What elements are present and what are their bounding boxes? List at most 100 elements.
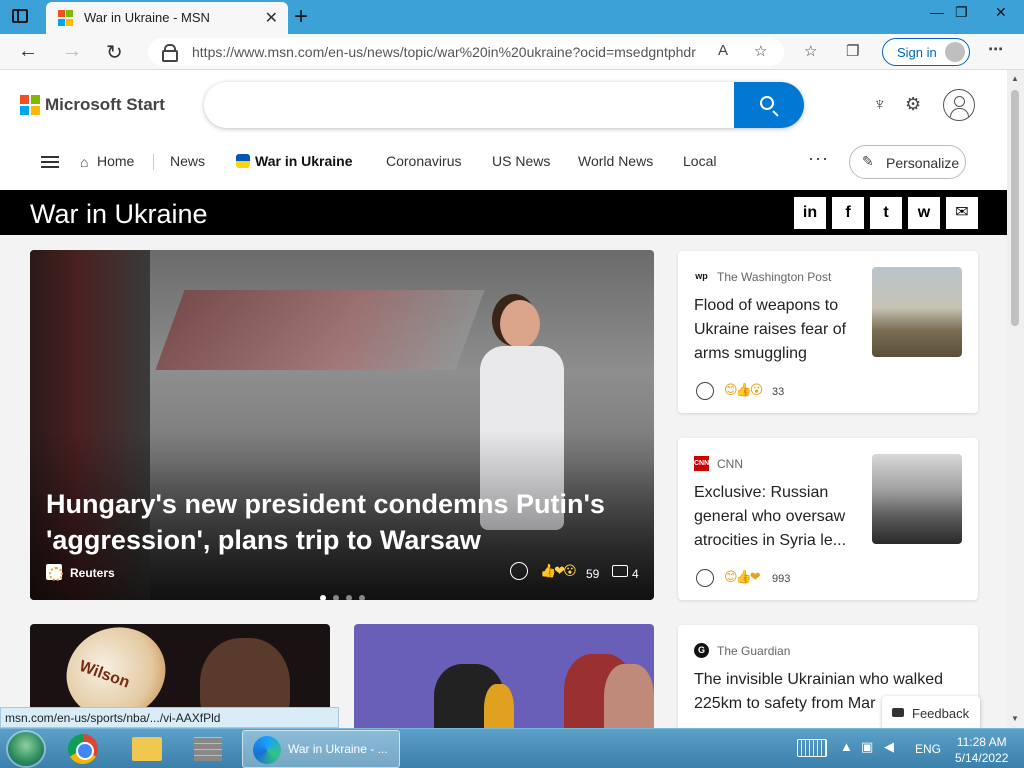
search-icon [760,96,774,110]
status-url-tooltip: msn.com/en-us/sports/nba/.../vi-AAXfPld [0,707,339,728]
hero-headline[interactable]: Hungary's new president condemns Putin's… [46,486,636,558]
hero-image-head [500,300,540,348]
read-aloud-icon[interactable]: A [718,42,728,59]
nav-item-war-in-ukraine[interactable]: War in Ukraine [255,153,353,169]
nav-item-coronavirus[interactable]: Coronavirus [386,153,461,169]
url-text[interactable]: https://www.msn.com/en-us/news/topic/war… [192,44,696,60]
card-thumbnail[interactable] [872,454,962,544]
ball-label: Wilson [76,657,132,692]
scroll-down-icon[interactable]: ▼ [1011,714,1019,723]
personalize-label: Personalize [886,155,960,171]
personalize-button[interactable]: ✎ Personalize [849,145,966,179]
card-source: The Washington Post [717,270,832,284]
volume-muted-icon[interactable]: ◀ [884,739,894,755]
card-source: CNN [717,457,743,471]
network-icon[interactable]: ▣ [861,739,873,755]
keyboard-icon[interactable] [797,739,827,757]
add-reaction-icon[interactable] [510,562,528,580]
close-window-button[interactable]: ✕ [995,4,1007,21]
sign-in-button[interactable]: Sign in [882,38,970,66]
facebook-share-icon[interactable]: f [832,197,864,229]
lock-icon[interactable] [162,44,178,62]
file-explorer-icon[interactable] [132,737,162,761]
nav-item-news[interactable]: News [170,153,205,169]
browser-tab[interactable]: War in Ukraine - MSN ✕ [46,2,288,34]
profile-icon[interactable] [943,89,975,121]
collections-icon[interactable]: ❐ [846,42,859,60]
msn-favicon-icon [58,10,74,26]
tab-actions-icon[interactable] [12,9,28,23]
comment-icon[interactable] [612,565,628,577]
story-card[interactable]: wp The Washington Post Flood of weapons … [678,251,978,413]
more-nav-icon[interactable]: ··· [808,148,829,169]
brand-name[interactable]: Microsoft Start [45,95,165,115]
language-indicator[interactable]: ENG [915,742,941,756]
reaction-count: 33 [772,386,785,398]
add-favorite-icon[interactable]: ☆ [754,42,767,60]
hero-source[interactable]: Reuters [70,566,115,580]
clock[interactable]: 11:28 AM 5/14/2022 [955,734,1008,766]
card-headline[interactable]: Exclusive: Russian general who oversaw a… [694,481,854,553]
search-input[interactable] [204,82,734,128]
start-button[interactable] [8,732,44,766]
card-thumbnail[interactable] [872,267,962,357]
nav-divider [153,154,154,170]
feedback-label: Feedback [912,706,970,721]
minimize-button[interactable]: — [930,4,944,20]
story-tile[interactable] [354,624,654,728]
address-bar: ← → ↻ https://www.msn.com/en-us/news/top… [0,34,1024,70]
nav-item-us-news[interactable]: US News [492,153,550,169]
home-icon[interactable]: ⌂ [80,154,88,170]
card-headline[interactable]: Flood of weapons to Ukraine raises fear … [694,294,854,366]
story-card[interactable]: CNN CNN Exclusive: Russian general who o… [678,438,978,600]
browser-titlebar: War in Ukraine - MSN ✕ + — ❐ ✕ [0,0,1024,34]
hero-story[interactable]: Hungary's new president condemns Putin's… [30,250,654,600]
scroll-up-icon[interactable]: ▲ [1011,74,1019,83]
back-icon[interactable]: ← [18,40,38,63]
new-tab-button[interactable]: + [294,3,308,31]
nav-item-world-news[interactable]: World News [578,153,653,169]
rewards-trophy-icon[interactable]: ♆ [873,94,887,115]
image-figure [604,664,654,728]
taskbar-edge-window[interactable]: War in Ukraine - ... [242,730,400,768]
chrome-icon[interactable] [68,734,98,764]
carousel-dot[interactable] [359,595,365,600]
clock-time: 11:28 AM [956,735,1007,749]
tab-close-icon[interactable]: ✕ [265,8,278,28]
settings-more-icon[interactable]: ⋯ [988,40,1003,58]
linkedin-share-icon[interactable]: in [794,197,826,229]
app-icon[interactable] [194,737,222,761]
whatsapp-share-icon[interactable]: w [908,197,940,229]
nav-item-local[interactable]: Local [683,153,716,169]
feedback-button[interactable]: Feedback [882,696,980,730]
gear-icon[interactable]: ⚙ [905,94,921,115]
search-box [204,82,804,128]
image-figure [484,684,514,728]
carousel-dot[interactable] [333,595,339,600]
nav-item-home[interactable]: Home [97,153,134,169]
twitter-share-icon[interactable]: t [870,197,902,229]
url-field[interactable]: https://www.msn.com/en-us/news/topic/war… [148,38,784,66]
add-reaction-icon[interactable] [696,569,714,587]
show-hidden-icons[interactable]: ▲ [840,739,853,754]
restore-button[interactable]: ❐ [955,4,968,21]
reuters-logo-icon [46,564,63,581]
reaction-emojis: 👍❤😮 [540,563,577,578]
favorites-icon[interactable]: ☆ [804,42,817,60]
pencil-icon: ✎ [862,153,874,169]
search-button[interactable] [734,82,804,128]
hamburger-menu-icon[interactable] [41,156,59,168]
carousel-dot[interactable] [346,595,352,600]
forward-icon[interactable]: → [62,40,82,63]
main-feed: Hungary's new president condemns Putin's… [0,235,1007,728]
microsoft-logo-icon[interactable] [20,95,40,115]
page-scrollbar[interactable]: ▲ ▼ [1007,70,1024,728]
scroll-thumb[interactable] [1011,90,1019,326]
refresh-icon[interactable]: ↻ [106,40,123,65]
carousel-dot[interactable] [320,595,326,600]
refugees-image [414,634,654,728]
comment-count: 4 [632,567,639,581]
edge-icon [253,736,281,764]
add-reaction-icon[interactable] [696,382,714,400]
email-share-icon[interactable]: ✉ [946,197,978,229]
